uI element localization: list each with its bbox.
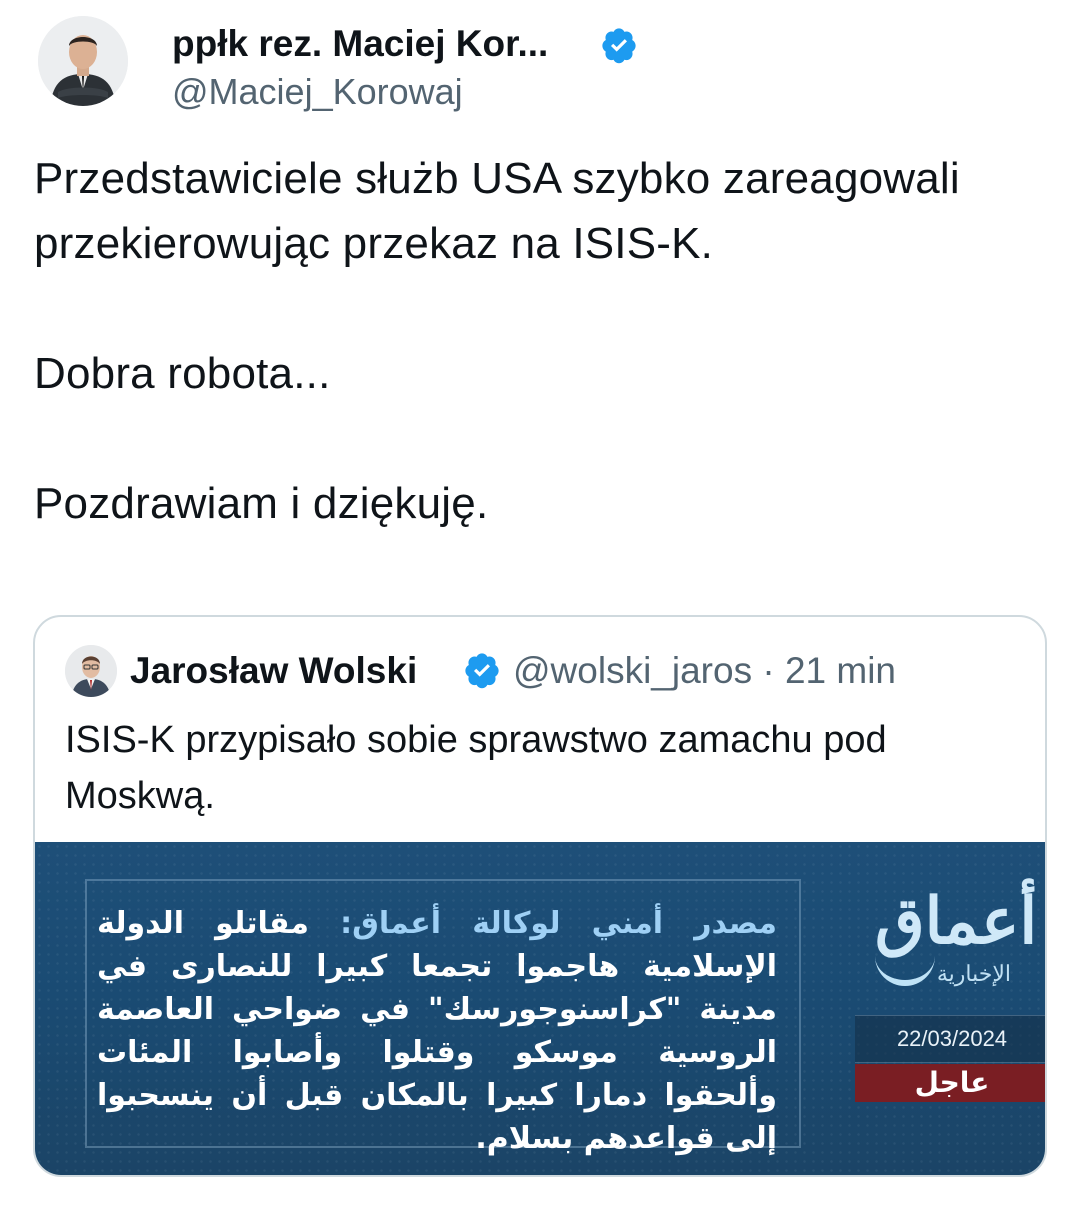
- tweet-paragraph: Dobra robota...: [34, 349, 331, 398]
- tweet-screenshot: ppłk rez. Maciej Kor... @Maciej_Korowaj …: [0, 0, 1080, 1219]
- person-avatar-icon: [65, 645, 117, 697]
- tweet-paragraph: Pozdrawiam i dziękuję.: [34, 479, 489, 528]
- quoted-tweet-card[interactable]: Jarosław Wolski @wolski_jaros · 21 min I…: [33, 615, 1047, 1177]
- verified-badge-icon: [465, 653, 499, 689]
- urgent-badge: عاجل: [855, 1064, 1045, 1102]
- author-display-name[interactable]: ppłk rez. Maciej Kor...: [172, 22, 548, 66]
- tweet-text: Przedstawiciele służb USA szybko zareago…: [34, 146, 1034, 536]
- image-arabic-body: مقاتلو الدولة الإسلامية هاجموا تجمعا كبي…: [97, 906, 777, 1156]
- person-avatar-icon: [38, 16, 128, 106]
- tweet-paragraph: Przedstawiciele służb USA szybko zareago…: [34, 154, 960, 268]
- quoted-author-display-name[interactable]: Jarosław Wolski: [130, 647, 417, 695]
- quoted-author-avatar[interactable]: [65, 645, 117, 697]
- author-avatar[interactable]: [38, 16, 128, 106]
- amaq-logo: أعماق الإخبارية: [875, 882, 1037, 1002]
- image-date: 22/03/2024: [855, 1015, 1045, 1063]
- quoted-tweet-text: ISIS-K przypisało sobie sprawstwo zamach…: [65, 719, 887, 817]
- author-handle[interactable]: @Maciej_Korowaj: [172, 70, 463, 114]
- verified-badge-icon: [602, 28, 636, 64]
- image-arabic-statement: مصدر أمني لوكالة أعماق: مقاتلو الدولة ال…: [97, 902, 777, 1160]
- quoted-handle-and-time[interactable]: @wolski_jaros · 21 min: [513, 647, 896, 695]
- quoted-tweet-image[interactable]: مصدر أمني لوكالة أعماق: مقاتلو الدولة ال…: [35, 842, 1045, 1175]
- image-arabic-lead: مصدر أمني لوكالة أعماق:: [340, 906, 777, 941]
